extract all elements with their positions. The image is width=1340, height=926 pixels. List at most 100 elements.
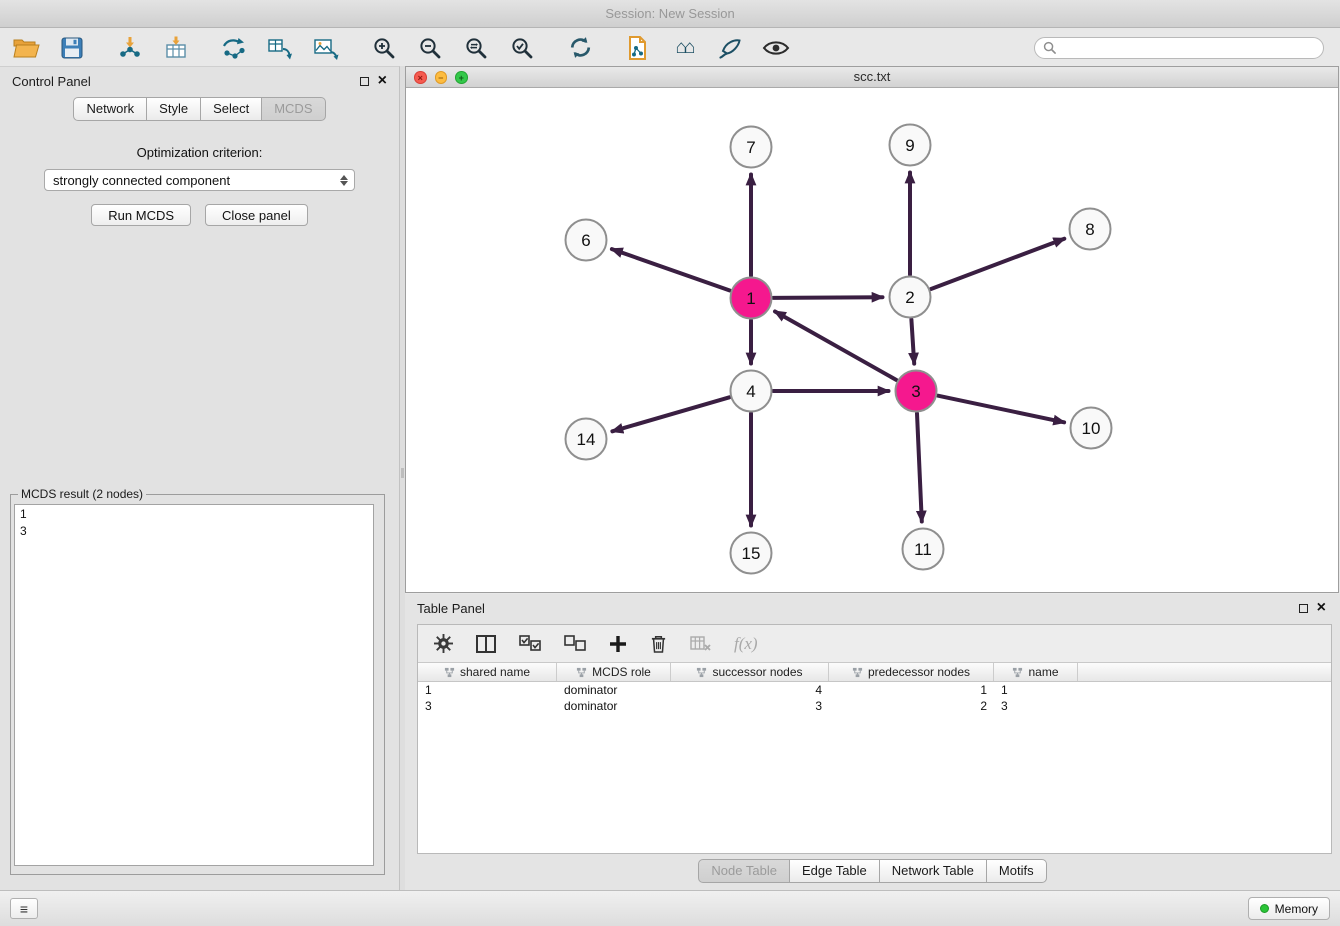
show-columns-icon[interactable] (476, 635, 496, 653)
tab-style[interactable]: Style (147, 97, 201, 121)
new-network-icon[interactable] (218, 32, 250, 64)
graph-edge-1-2[interactable] (774, 297, 883, 298)
table-row[interactable]: 3dominator323 (418, 698, 1331, 714)
search-box[interactable] (1034, 37, 1324, 59)
function-builder-icon: f(x) (734, 634, 758, 654)
network-graph[interactable]: 7 9 6 8 1 2 4 3 14 10 15 11 (406, 88, 1338, 592)
graph-edge-3-1[interactable] (775, 312, 896, 381)
graph-node-1[interactable]: 1 (731, 278, 772, 319)
criterion-dropdown[interactable]: strongly connected component (44, 169, 355, 191)
column-header-name[interactable]: name (994, 663, 1078, 681)
zoom-selected-icon[interactable] (506, 32, 538, 64)
graph-edge-1-6[interactable] (612, 249, 730, 290)
table-tab-edge-table[interactable]: Edge Table (790, 859, 880, 883)
graph-node-8[interactable]: 8 (1070, 209, 1111, 250)
column-header-mcds-role[interactable]: MCDS role (557, 663, 671, 681)
close-panel-icon[interactable]: × (378, 76, 387, 86)
table-cell[interactable]: 1 (829, 682, 994, 698)
table-row[interactable]: 1dominator411 (418, 682, 1331, 698)
import-table-icon[interactable] (160, 32, 192, 64)
close-panel-button[interactable]: Close panel (205, 204, 308, 226)
network-window-titlebar[interactable]: × − + scc.txt (406, 67, 1338, 88)
table-header-row: shared nameMCDS rolesuccessor nodesprede… (418, 663, 1331, 682)
table-cell[interactable]: 1 (418, 682, 557, 698)
memory-status-dot-icon (1260, 904, 1269, 913)
table-cell[interactable]: dominator (557, 682, 671, 698)
table-tab-network-table[interactable]: Network Table (880, 859, 987, 883)
refresh-icon[interactable] (564, 32, 596, 64)
graph-node-14[interactable]: 14 (566, 419, 607, 460)
graph-node-4[interactable]: 4 (731, 371, 772, 412)
mcds-result-box[interactable]: 13 (14, 504, 374, 866)
float-panel-icon[interactable] (360, 77, 369, 86)
network-from-table-icon[interactable] (264, 32, 296, 64)
column-header-shared-name[interactable]: shared name (418, 663, 557, 681)
memory-button[interactable]: Memory (1248, 897, 1330, 920)
graph-node-9[interactable]: 9 (890, 125, 931, 166)
search-icon (1043, 41, 1056, 54)
window-zoom-icon[interactable]: + (455, 71, 468, 84)
delete-column-trash-icon[interactable] (650, 634, 667, 653)
graph-node-2[interactable]: 2 (890, 277, 931, 318)
graph-edge-4-14[interactable] (612, 397, 729, 431)
table-panel: Table Panel × (405, 594, 1340, 890)
splitter-handle[interactable] (401, 468, 404, 478)
table-tab-node-table[interactable]: Node Table (698, 859, 790, 883)
graph-node-7[interactable]: 7 (731, 127, 772, 168)
table-cell[interactable]: 3 (994, 698, 1078, 714)
table-cell[interactable]: 1 (994, 682, 1078, 698)
graph-node-3[interactable]: 3 (896, 371, 937, 412)
graph-edge-3-10[interactable] (938, 396, 1064, 423)
tab-select[interactable]: Select (201, 97, 262, 121)
zoom-fit-icon[interactable] (460, 32, 492, 64)
graph-node-6[interactable]: 6 (566, 220, 607, 261)
search-input[interactable] (1062, 41, 1315, 55)
table-settings-gear-icon[interactable] (434, 634, 453, 653)
first-neighbors-icon[interactable]: ⌂⌂ (668, 32, 700, 64)
select-all-rows-icon[interactable] (519, 635, 541, 652)
table-cell[interactable]: dominator (557, 698, 671, 714)
table-cell[interactable]: 3 (671, 698, 829, 714)
main-toolbar: ⌂⌂ (0, 29, 1340, 66)
graph-edge-2-3[interactable] (911, 320, 914, 364)
column-header-predecessor-nodes[interactable]: predecessor nodes (829, 663, 994, 681)
window-close-icon[interactable]: × (414, 71, 427, 84)
import-network-icon[interactable] (114, 32, 146, 64)
window-minimize-icon[interactable]: − (435, 71, 448, 84)
table-toolbar: f(x) (418, 625, 1331, 663)
svg-text:2: 2 (905, 288, 914, 307)
network-canvas[interactable]: 7 9 6 8 1 2 4 3 14 10 15 11 (406, 88, 1338, 592)
show-hide-eye-icon[interactable] (760, 32, 792, 64)
save-session-icon[interactable] (56, 32, 88, 64)
table-cell[interactable]: 4 (671, 682, 829, 698)
graph-edge-2-8[interactable] (931, 239, 1064, 289)
graph-node-10[interactable]: 10 (1071, 408, 1112, 449)
table-cell[interactable]: 2 (829, 698, 994, 714)
control-panel-tabs: NetworkStyleSelectMCDS (0, 97, 399, 121)
graph-node-15[interactable]: 15 (731, 533, 772, 574)
table-cell[interactable]: 3 (418, 698, 557, 714)
add-column-icon[interactable] (609, 635, 627, 653)
tab-mcds[interactable]: MCDS (262, 97, 325, 121)
open-session-icon[interactable] (10, 32, 42, 64)
column-attr-icon (852, 667, 863, 678)
run-mcds-button[interactable]: Run MCDS (91, 204, 191, 226)
app-titlebar: Session: New Session (0, 0, 1340, 28)
table-tab-motifs[interactable]: Motifs (987, 859, 1047, 883)
column-header-filler (1078, 663, 1331, 681)
zoom-out-icon[interactable] (414, 32, 446, 64)
deselect-all-rows-icon[interactable] (564, 635, 586, 652)
column-header-successor-nodes[interactable]: successor nodes (671, 663, 829, 681)
table-panel-header: Table Panel × (405, 594, 1340, 622)
tab-network[interactable]: Network (73, 97, 147, 121)
export-image-icon[interactable] (310, 32, 342, 64)
close-table-panel-icon[interactable]: × (1317, 603, 1326, 613)
zoom-in-icon[interactable] (368, 32, 400, 64)
float-table-panel-icon[interactable] (1299, 604, 1308, 613)
column-attr-icon (444, 667, 455, 678)
style-paint-icon[interactable] (714, 32, 746, 64)
graph-edge-3-11[interactable] (917, 414, 922, 522)
graph-node-11[interactable]: 11 (903, 529, 944, 570)
open-in-panel-icon[interactable] (622, 32, 654, 64)
task-history-button[interactable]: ≡ (10, 898, 38, 919)
